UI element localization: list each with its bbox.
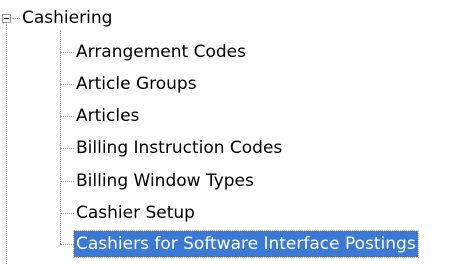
tree-node-arrangement-codes[interactable]: Arrangement Codes [74, 39, 248, 65]
tree-connector-outer [6, 24, 7, 264]
tree-node-billing-instruction-codes[interactable]: Billing Instruction Codes [74, 135, 284, 161]
tree-connector-child [60, 244, 74, 245]
tree-node-cashier-setup[interactable]: Cashier Setup [74, 200, 197, 226]
tree-node-billing-window-types[interactable]: Billing Window Types [74, 168, 256, 194]
tree-node-cashiering[interactable]: Cashiering [20, 5, 114, 31]
tree-connector-child [60, 213, 74, 214]
tree-connector-child [60, 116, 74, 117]
tree-node-cashiers-for-software-interface-postings[interactable]: Cashiers for Software Interface Postings [73, 230, 419, 258]
tree-connector-root [12, 18, 20, 19]
tree-connector-child [60, 181, 74, 182]
tree-connector-child [60, 148, 74, 149]
tree-connector-children [60, 30, 61, 244]
tree-connector-child [60, 52, 74, 53]
tree-connector-child [60, 84, 74, 85]
tree-node-article-groups[interactable]: Article Groups [74, 71, 199, 97]
minus-box-icon[interactable] [2, 14, 11, 23]
tree-node-articles[interactable]: Articles [74, 103, 141, 129]
tree-view: Cashiering Arrangement Codes Article Gro… [0, 0, 473, 264]
